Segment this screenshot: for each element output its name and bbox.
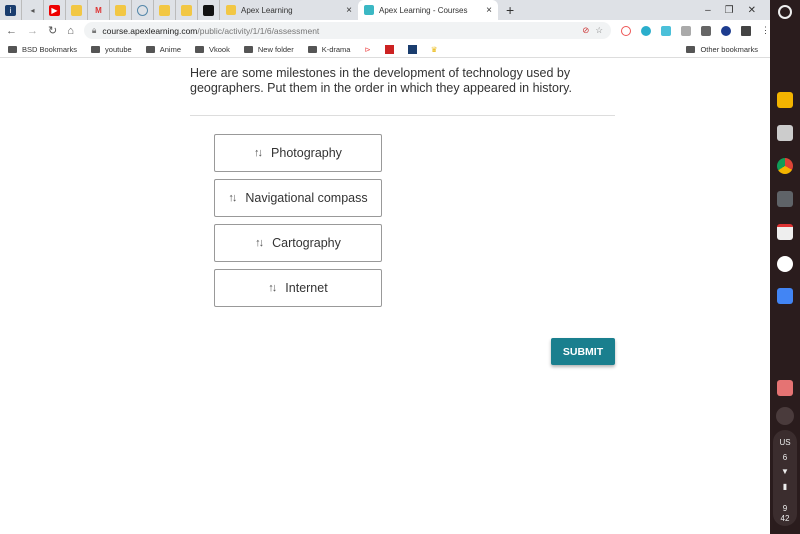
browser-toolbar: ← → ↻ ⌂ 🔒︎ course.apexlearning.com/publi…	[0, 20, 770, 41]
launcher-icon[interactable]	[778, 5, 792, 19]
back-icon[interactable]: ←	[6, 25, 17, 37]
folder-icon	[195, 45, 204, 53]
notification-count: 6	[782, 453, 788, 462]
bookmark-label: Other bookmarks	[700, 44, 758, 54]
question-text: Here are some milestones in the developm…	[190, 66, 572, 95]
bookmark-bsd[interactable]: BSD Bookmarks	[8, 45, 77, 54]
extension-icon[interactable]	[681, 25, 691, 36]
clock-minute: 42	[780, 514, 790, 523]
item-label: Cartography	[272, 236, 341, 250]
locale-label: US	[779, 438, 791, 447]
calculator-icon[interactable]	[777, 191, 793, 207]
bookmark-kdrama[interactable]: K-drama	[307, 44, 351, 54]
home-icon[interactable]: ⌂	[67, 25, 74, 37]
bookmark-label: youtube	[105, 44, 132, 54]
bookmark-icon[interactable]: ⊳	[364, 45, 370, 54]
item-label: Internet	[285, 281, 328, 295]
docs-icon[interactable]	[777, 288, 793, 304]
ordering-item[interactable]: ↑↓ Navigational compass	[214, 179, 382, 217]
url-path: /public/activity/1/1/6/assessment	[197, 25, 320, 36]
stylus-icon[interactable]	[776, 407, 794, 425]
gmail-icon[interactable]	[777, 224, 793, 240]
reorder-arrows-icon: ↑↓	[254, 147, 263, 159]
reorder-arrows-icon: ↑↓	[255, 237, 264, 249]
chrome-icon[interactable]	[777, 158, 793, 174]
bookmark-youtube[interactable]: youtube	[91, 45, 132, 54]
folder-icon	[243, 45, 253, 53]
pinned-tab[interactable]: ◂	[22, 0, 44, 20]
bookmark-new-folder[interactable]: New folder	[243, 44, 294, 54]
pinned-tab-youtube[interactable]: ▶	[44, 0, 66, 20]
close-tab-icon[interactable]: ×	[486, 5, 492, 16]
bookmark-label: K-drama	[321, 44, 351, 54]
bookmark-label: New folder	[257, 44, 294, 54]
pinned-tab-gmail[interactable]: M	[88, 0, 110, 20]
folder-icon	[686, 45, 696, 53]
folder-icon	[91, 45, 101, 53]
ordering-item[interactable]: ↑↓ Photography	[214, 134, 382, 172]
extension-k-icon[interactable]	[721, 25, 731, 36]
reorder-arrows-icon: ↑↓	[228, 192, 237, 204]
pinned-tab[interactable]: i	[0, 0, 22, 20]
extension-icon[interactable]	[621, 25, 631, 36]
bookmark-label: Vkook	[209, 44, 230, 54]
bookmarks-bar: BSD Bookmarks youtube Anime Vkook New fo…	[0, 41, 770, 58]
divider	[190, 115, 615, 116]
tab-apex-learning[interactable]: Apex Learning ×	[220, 0, 358, 20]
slides-icon[interactable]	[777, 92, 793, 108]
bookmark-icon[interactable]	[384, 44, 394, 54]
clock-hour: 9	[782, 504, 788, 513]
ordering-item[interactable]: ↑↓ Cartography	[214, 224, 382, 262]
item-label: Navigational compass	[245, 191, 368, 205]
menu-icon[interactable]: ⋮	[761, 25, 770, 36]
apex-favicon-icon	[364, 5, 374, 15]
pinned-tab[interactable]	[66, 0, 88, 20]
extension-icon[interactable]	[661, 25, 671, 36]
star-icon[interactable]: ☆	[595, 25, 603, 36]
new-tab-button[interactable]: +	[506, 2, 514, 18]
tab-title: Apex Learning - Courses	[379, 5, 468, 15]
ordering-item[interactable]: ↑↓ Internet	[214, 269, 382, 307]
extension-icon[interactable]	[641, 25, 651, 36]
exit-icon[interactable]	[777, 380, 793, 396]
folder-icon	[145, 45, 155, 53]
restore-icon[interactable]: ❐	[725, 5, 734, 16]
item-label: Photography	[271, 146, 342, 160]
close-tab-icon[interactable]: ×	[346, 5, 352, 16]
submit-button[interactable]: SUBMIT	[551, 338, 615, 365]
pinned-tab[interactable]	[110, 0, 132, 20]
lock-icon: 🔒︎	[91, 25, 97, 35]
shield-icon[interactable]	[701, 25, 711, 36]
bookmark-anime[interactable]: Anime	[145, 44, 181, 54]
chrome-window-icon[interactable]	[777, 125, 793, 141]
pinned-tab[interactable]	[176, 0, 198, 20]
tab-apex-courses[interactable]: Apex Learning - Courses ×	[358, 0, 498, 20]
blocked-icon[interactable]: ⊘	[582, 25, 589, 36]
bookmark-vkook[interactable]: Vkook	[195, 45, 230, 54]
url-host: course.apexlearning.com	[102, 25, 198, 36]
apex-favicon-icon	[226, 5, 236, 15]
folder-icon	[8, 45, 17, 53]
puzzle-icon[interactable]	[741, 25, 751, 36]
crown-icon[interactable]: ♛	[431, 45, 438, 54]
forward-icon[interactable]: →	[27, 25, 38, 37]
pinned-tab[interactable]	[198, 0, 220, 20]
tab-strip: i ◂ ▶ M Apex Learning × Apex Learning - …	[0, 0, 770, 20]
pinned-tab[interactable]	[132, 0, 154, 20]
reload-icon[interactable]: ↻	[48, 24, 57, 37]
bookmark-icon[interactable]	[407, 44, 417, 54]
folder-icon	[307, 45, 317, 53]
other-bookmarks[interactable]: Other bookmarks	[686, 45, 770, 54]
bookmark-label: Anime	[159, 44, 181, 54]
pinned-tab[interactable]	[154, 0, 176, 20]
play-store-icon[interactable]	[777, 256, 793, 272]
tab-title: Apex Learning	[241, 5, 293, 15]
minimize-icon[interactable]: –	[705, 5, 711, 16]
wifi-icon: ▼	[781, 467, 789, 476]
address-bar[interactable]: 🔒︎ course.apexlearning.com/public/activi…	[83, 22, 611, 39]
battery-icon: ▮	[782, 482, 788, 491]
bookmark-label: BSD Bookmarks	[22, 44, 78, 54]
reorder-arrows-icon: ↑↓	[268, 282, 277, 294]
close-window-icon[interactable]: ✕	[748, 5, 756, 16]
